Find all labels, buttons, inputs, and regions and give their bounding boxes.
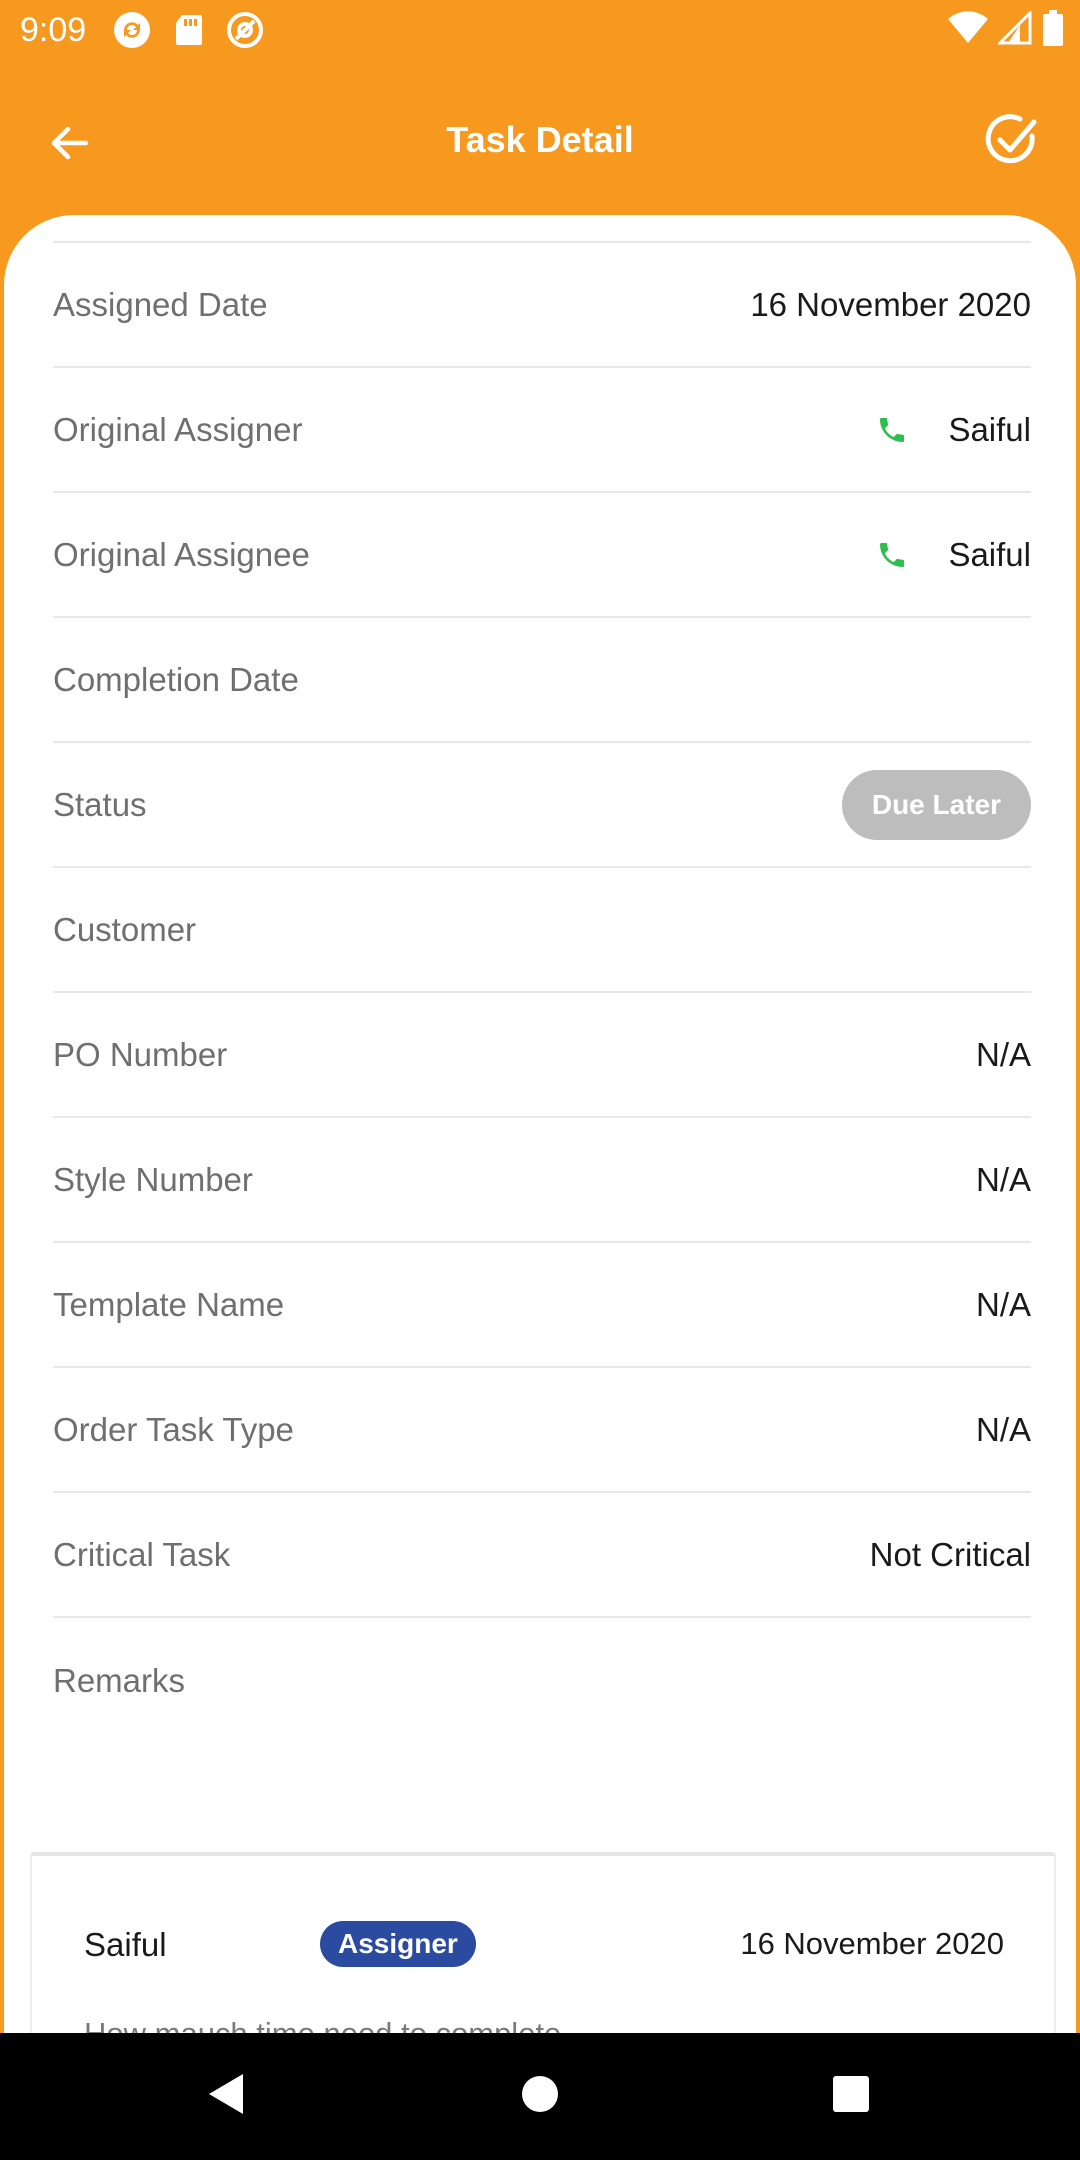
row-label: Critical Task [53, 1535, 231, 1573]
detail-row-completion-date: Completion Date [53, 618, 1031, 743]
comment-date: 16 November 2020 [740, 1926, 1004, 1961]
assigner-name: Saiful [948, 410, 1031, 448]
details-list: Assigned Date 16 November 2020 Original … [53, 243, 1031, 1743]
role-badge: Assigner [320, 1921, 476, 1967]
row-label: Status [53, 785, 147, 823]
wifi-icon [948, 11, 988, 50]
row-value: N/A [975, 1410, 1031, 1448]
status-system-icons [948, 9, 1064, 51]
at-sign-icon [226, 11, 264, 54]
mark-complete-button[interactable] [978, 110, 1044, 176]
row-label: Original Assigner [53, 410, 303, 448]
circle-home-icon [520, 2074, 560, 2119]
row-label: Template Name [53, 1285, 285, 1323]
row-value-group: Saiful [876, 536, 1031, 574]
detail-row-style-number: Style Number N/A [53, 1118, 1031, 1243]
assignee-name: Saiful [948, 535, 1031, 573]
phone-icon[interactable] [876, 414, 908, 446]
status-notification-icons [112, 10, 264, 55]
row-value: 16 November 2020 [750, 285, 1031, 323]
signal-icon [996, 9, 1032, 50]
status-bar: 9:09 [0, 0, 1080, 60]
detail-row-order-task-type: Order Task Type N/A [53, 1368, 1031, 1493]
status-badge: Due Later [841, 769, 1031, 840]
row-label: Customer [53, 910, 197, 948]
row-label: Order Task Type [53, 1410, 294, 1448]
nav-home-button[interactable] [507, 2063, 573, 2129]
row-label: Assigned Date [53, 285, 268, 323]
check-circle-icon [982, 112, 1040, 175]
navigation-bar [0, 2033, 1080, 2160]
detail-row-template-name: Template Name N/A [53, 1243, 1031, 1368]
detail-row-po-number: PO Number N/A [53, 993, 1031, 1118]
triangle-back-icon [205, 2072, 245, 2121]
phone-icon[interactable] [876, 539, 908, 571]
square-recents-icon [832, 2075, 870, 2118]
page-title: Task Detail [446, 119, 634, 160]
row-label: Remarks [53, 1661, 186, 1699]
row-value: Not Critical [869, 1535, 1031, 1573]
detail-row-original-assigner: Original Assigner Saiful [53, 368, 1031, 493]
row-label: PO Number [53, 1035, 228, 1073]
detail-row-original-assignee: Original Assignee Saiful [53, 493, 1031, 618]
sd-card-icon [174, 13, 204, 52]
status-time: 9:09 [20, 11, 87, 49]
row-value-group: Saiful [876, 411, 1031, 449]
battery-icon [1042, 10, 1064, 51]
detail-row-assigned-date: Assigned Date 16 November 2020 [53, 243, 1031, 368]
row-label: Original Assignee [53, 535, 310, 573]
detail-row-critical-task: Critical Task Not Critical [53, 1493, 1031, 1618]
app-bar: Task Detail [0, 60, 1080, 220]
row-label: Style Number [53, 1160, 253, 1198]
nav-recents-button[interactable] [818, 2063, 884, 2129]
row-value: N/A [975, 1160, 1031, 1198]
row-value: N/A [975, 1035, 1031, 1073]
detail-row-customer: Customer [53, 868, 1031, 993]
comment-card[interactable]: Saiful Assigner 16 November 2020 How mau… [30, 1852, 1056, 2035]
task-detail-content[interactable]: Assigned Date 16 November 2020 Original … [4, 215, 1076, 2035]
row-value: N/A [975, 1285, 1031, 1323]
detail-row-status: Status Due Later [53, 743, 1031, 868]
detail-row-remarks: Remarks [53, 1618, 1031, 1743]
row-label: Completion Date [53, 660, 299, 698]
nav-back-button[interactable] [192, 2063, 258, 2129]
sync-icon [112, 10, 152, 55]
comment-author: Saiful [84, 1926, 167, 1963]
